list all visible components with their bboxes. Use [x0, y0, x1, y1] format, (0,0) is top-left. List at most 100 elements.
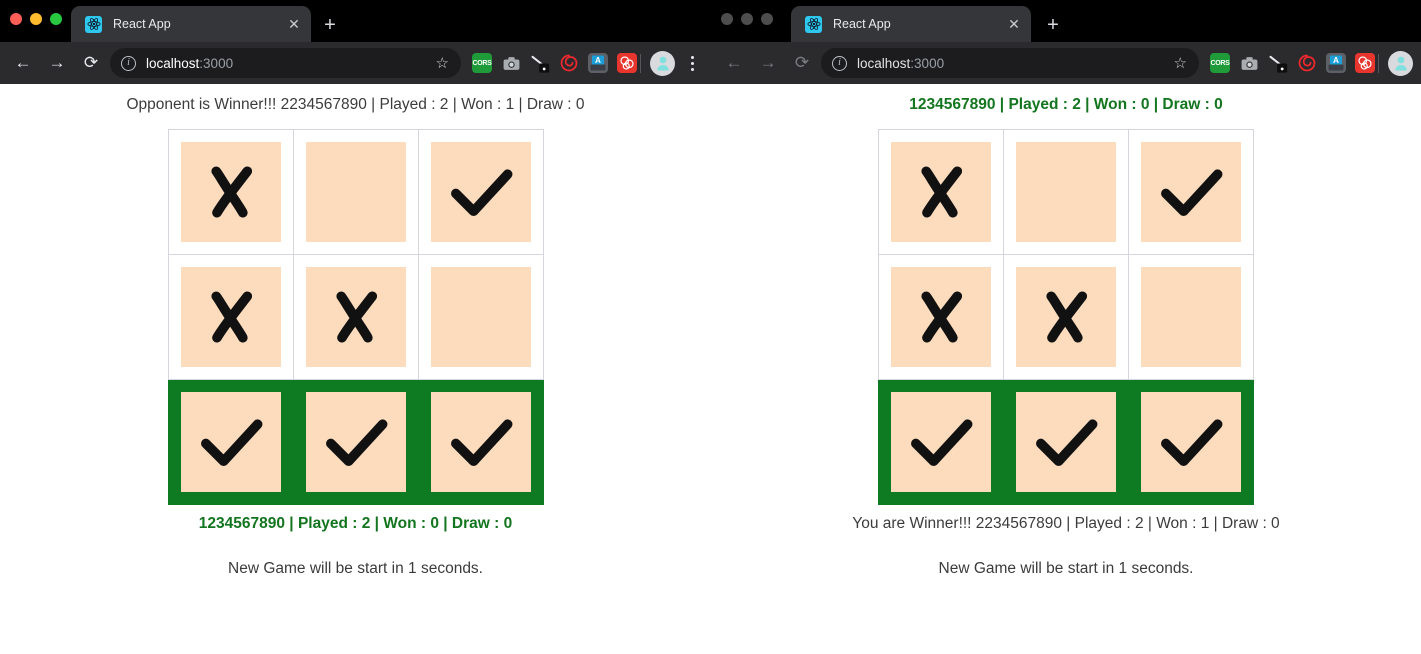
tic-tac-toe-board	[878, 129, 1254, 505]
board-cell-1-2[interactable]	[1128, 254, 1254, 380]
board-cell-0-2[interactable]	[1128, 129, 1254, 255]
close-window-button[interactable]	[721, 13, 733, 25]
cell-pad	[891, 392, 991, 492]
browser-window-right: React App ✕ + ← → ⟳ i localhost:3000 ☆ C…	[711, 0, 1421, 654]
spiral-extension-icon[interactable]	[1297, 53, 1317, 73]
board-cell-0-0[interactable]	[878, 129, 1004, 255]
extensions-area: CORS A	[472, 53, 637, 73]
back-button[interactable]: ←	[719, 48, 749, 78]
board-cell-0-0[interactable]	[167, 129, 294, 255]
tab-title: React App	[113, 17, 171, 31]
tab-strip: React App ✕ +	[0, 0, 711, 42]
check-mark-icon	[1161, 169, 1223, 217]
camera-extension-icon[interactable]	[501, 53, 521, 73]
desktop-screen: React App ✕ + ← → ⟳ i localhost:3000 ☆ C…	[0, 0, 1421, 654]
svg-text:A: A	[595, 56, 601, 65]
printer-extension-icon[interactable]: A	[588, 53, 608, 73]
x-mark-icon	[921, 291, 963, 343]
cell-pad	[305, 392, 406, 492]
check-mark-icon	[450, 169, 512, 217]
react-logo-icon	[805, 15, 822, 33]
tab-title: React App	[833, 17, 891, 31]
reload-button[interactable]: ⟳	[787, 48, 817, 78]
page-viewport-left: Opponent is Winner!!! 2234567890 | Playe…	[0, 84, 711, 654]
board-cell-1-2[interactable]	[417, 254, 544, 380]
new-tab-button[interactable]: +	[318, 13, 342, 37]
x-mark-icon	[921, 166, 963, 218]
board-cell-0-2[interactable]	[417, 129, 544, 255]
site-info-icon[interactable]: i	[121, 55, 136, 71]
cell-pad	[1141, 392, 1241, 492]
tic-tac-toe-board	[167, 129, 544, 505]
address-bar[interactable]: i localhost:3000 ☆	[821, 48, 1199, 78]
back-button[interactable]: ←	[8, 48, 38, 78]
minimize-window-button[interactable]	[30, 13, 42, 25]
profile-avatar[interactable]	[650, 50, 675, 76]
cors-extension-icon[interactable]: CORS	[1210, 53, 1230, 73]
board-cell-0-1[interactable]	[1003, 129, 1129, 255]
bottom-status-text: 1234567890 | Played : 2 | Won : 0 | Draw…	[198, 515, 513, 532]
board-cell-1-0[interactable]	[167, 254, 294, 380]
toolbar-divider	[1378, 53, 1379, 73]
cell-pad	[305, 267, 406, 367]
forward-button[interactable]: →	[42, 48, 72, 78]
pen-extension-icon[interactable]	[1268, 53, 1288, 73]
cell-pad	[305, 142, 406, 242]
red-extension-icon[interactable]	[617, 53, 637, 73]
cell-pad	[430, 392, 531, 492]
board-cell-2-1[interactable]	[292, 379, 419, 505]
spiral-extension-icon[interactable]	[559, 53, 579, 73]
three-dot-menu-icon[interactable]	[681, 55, 703, 71]
x-mark-icon	[1046, 291, 1088, 343]
window-controls	[721, 13, 773, 25]
close-tab-button[interactable]: ✕	[1003, 13, 1025, 35]
board-cell-2-0[interactable]	[167, 379, 294, 505]
url-port: :3000	[199, 55, 234, 71]
top-status-text: Opponent is Winner!!! 2234567890 | Playe…	[126, 96, 585, 113]
board-row	[167, 129, 544, 255]
board-cell-1-1[interactable]	[292, 254, 419, 380]
check-mark-icon	[1161, 419, 1223, 467]
bookmark-star-icon[interactable]: ☆	[436, 54, 449, 72]
board-row-winning	[167, 379, 544, 505]
browser-tab[interactable]: React App ✕	[791, 6, 1031, 42]
bottom-status-text: You are Winner!!! 2234567890 | Played : …	[852, 515, 1280, 532]
bookmark-star-icon[interactable]: ☆	[1174, 54, 1187, 72]
close-window-button[interactable]	[10, 13, 22, 25]
board-row	[878, 129, 1254, 255]
minimize-window-button[interactable]	[741, 13, 753, 25]
board-row-winning	[878, 379, 1254, 505]
board-cell-1-1[interactable]	[1003, 254, 1129, 380]
board-cell-1-0[interactable]	[878, 254, 1004, 380]
check-mark-icon	[1036, 419, 1098, 467]
maximize-window-button[interactable]	[50, 13, 62, 25]
profile-avatar[interactable]	[1388, 50, 1413, 76]
pen-extension-icon[interactable]	[530, 53, 550, 73]
browser-tab[interactable]: React App ✕	[71, 6, 311, 42]
window-controls	[10, 13, 62, 25]
board-cell-2-2[interactable]	[417, 379, 544, 505]
board-cell-2-0[interactable]	[878, 379, 1004, 505]
board-cell-0-1[interactable]	[292, 129, 419, 255]
new-tab-button[interactable]: +	[1041, 13, 1065, 37]
maximize-window-button[interactable]	[761, 13, 773, 25]
board-cell-2-1[interactable]	[1003, 379, 1129, 505]
board-cell-2-2[interactable]	[1128, 379, 1254, 505]
cell-pad	[1016, 267, 1116, 367]
address-bar-text: localhost:3000	[857, 56, 944, 71]
site-info-icon[interactable]: i	[832, 55, 847, 71]
camera-extension-icon[interactable]	[1239, 53, 1259, 73]
reload-button[interactable]: ⟳	[76, 48, 106, 78]
red-extension-icon[interactable]	[1355, 53, 1375, 73]
cors-extension-icon[interactable]: CORS	[472, 53, 492, 73]
printer-extension-icon[interactable]: A	[1326, 53, 1346, 73]
check-mark-icon	[200, 419, 262, 467]
address-bar[interactable]: i localhost:3000 ☆	[110, 48, 461, 78]
cell-pad	[1141, 267, 1241, 367]
browser-window-left: React App ✕ + ← → ⟳ i localhost:3000 ☆ C…	[0, 0, 711, 654]
url-host: localhost	[857, 55, 911, 71]
cell-pad	[1016, 142, 1116, 242]
forward-button[interactable]: →	[753, 48, 783, 78]
close-tab-button[interactable]: ✕	[283, 13, 305, 35]
cell-pad	[430, 267, 531, 367]
